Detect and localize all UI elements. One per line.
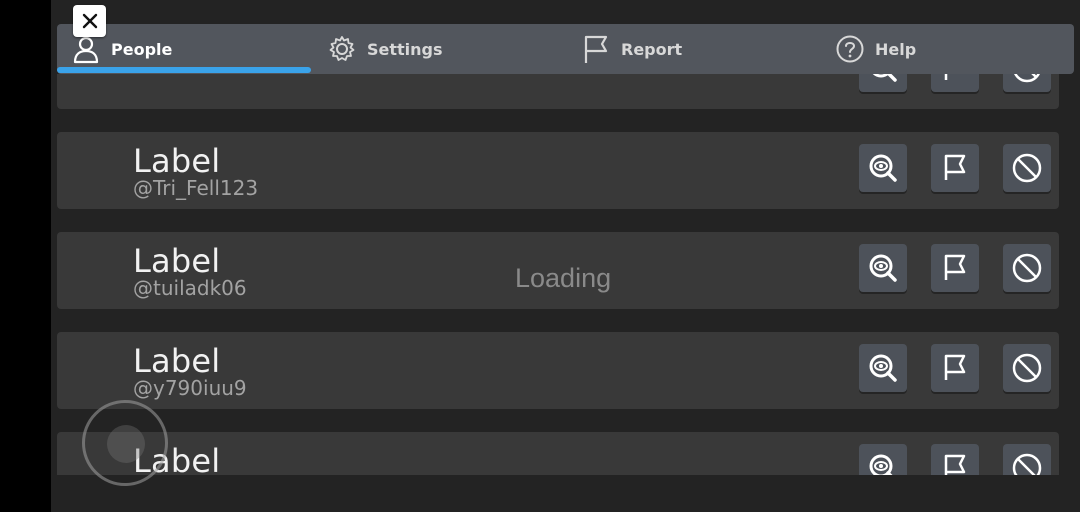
thumbstick-knob[interactable]	[107, 425, 145, 463]
loading-text: Loading	[515, 263, 612, 293]
flag-icon	[944, 454, 966, 475]
block-icon	[1012, 153, 1042, 183]
inspect-icon	[869, 154, 897, 182]
block-player-button[interactable]	[1003, 144, 1051, 192]
menu-tab-bar: People Settings Report Help	[57, 24, 1074, 74]
gear-icon	[329, 36, 355, 61]
inspect-button[interactable]	[859, 344, 907, 392]
inspect-button[interactable]	[859, 444, 907, 475]
game-viewport: Label @Tri_Fell123 Label @tuiladk06 Labe…	[51, 0, 1080, 512]
player-display-name: Label	[133, 342, 221, 380]
block-icon	[1012, 453, 1042, 475]
row-actions	[859, 144, 1051, 192]
row-actions	[859, 444, 1051, 475]
block-icon	[1012, 353, 1042, 383]
player-display-name: Label	[133, 142, 221, 180]
report-player-button[interactable]	[931, 244, 979, 292]
flag-icon	[944, 354, 966, 380]
tab-report[interactable]: Report	[581, 24, 682, 74]
report-player-button[interactable]	[931, 74, 979, 92]
close-menu-button[interactable]	[73, 5, 106, 37]
player-row	[57, 74, 1059, 109]
thumbstick[interactable]	[82, 400, 168, 486]
tab-help[interactable]: Help	[835, 24, 916, 74]
block-player-button[interactable]	[1003, 244, 1051, 292]
inspect-button[interactable]	[859, 144, 907, 192]
report-player-button[interactable]	[931, 344, 979, 392]
player-username: @Tri_Fell123	[133, 176, 259, 200]
block-player-button[interactable]	[1003, 444, 1051, 475]
flag-icon	[584, 35, 608, 63]
tab-label: Help	[875, 39, 917, 59]
player-row[interactable]: Label @y790iuu9	[57, 332, 1059, 409]
row-actions	[859, 344, 1051, 392]
inspect-button[interactable]	[859, 74, 907, 92]
block-icon	[1014, 74, 1040, 83]
person-icon	[73, 36, 99, 64]
tab-label: Settings	[367, 39, 443, 59]
inspect-icon	[869, 354, 897, 382]
player-row[interactable]: Label @Tri_Fell123	[57, 132, 1059, 209]
player-username: @tuiladk06	[133, 276, 247, 300]
tab-label: Report	[621, 39, 683, 59]
report-player-button[interactable]	[931, 444, 979, 475]
player-list[interactable]: Label @Tri_Fell123 Label @tuiladk06 Labe…	[51, 74, 1080, 475]
player-username: @y790iuu9	[133, 376, 247, 400]
flag-icon	[944, 74, 948, 80]
active-tab-indicator	[57, 67, 311, 73]
tab-settings[interactable]: Settings	[327, 24, 443, 74]
flag-icon	[944, 254, 966, 280]
question-icon	[836, 35, 864, 63]
row-actions	[859, 244, 1051, 292]
tab-label: People	[111, 39, 173, 59]
inspect-icon	[869, 254, 897, 282]
close-icon	[82, 13, 97, 29]
inspect-icon	[869, 454, 893, 475]
player-display-name: Label	[133, 242, 221, 280]
inspect-icon	[872, 74, 897, 82]
flag-icon	[944, 154, 966, 180]
block-player-button[interactable]	[1003, 74, 1051, 92]
row-actions	[859, 74, 1051, 92]
report-player-button[interactable]	[931, 144, 979, 192]
player-row[interactable]: Label	[57, 432, 1059, 475]
inspect-button[interactable]	[859, 244, 907, 292]
block-icon	[1012, 253, 1042, 283]
block-player-button[interactable]	[1003, 344, 1051, 392]
